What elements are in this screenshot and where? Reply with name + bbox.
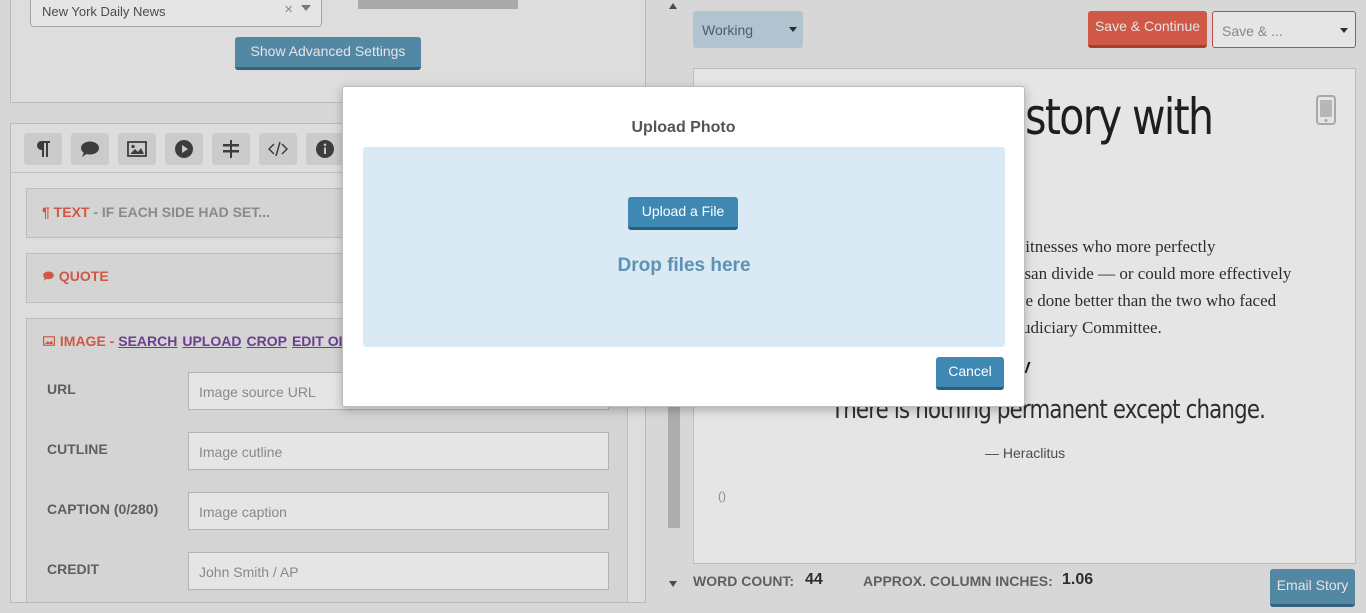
cancel-button[interactable]: Cancel [936, 357, 1004, 390]
modal-title: Upload Photo [631, 119, 736, 136]
upload-file-button[interactable]: Upload a File [628, 197, 738, 230]
file-dropzone[interactable]: Upload a File Drop files here [363, 147, 1005, 347]
upload-photo-modal: Upload Photo Upload a File Drop files he… [342, 86, 1025, 407]
drop-files-text: Drop files here [617, 255, 751, 276]
